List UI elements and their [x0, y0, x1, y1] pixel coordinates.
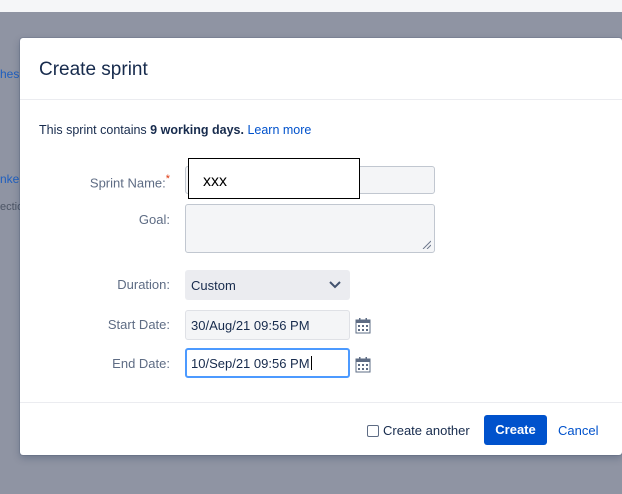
working-days-count: 9 working days. [150, 123, 244, 137]
resize-handle-icon[interactable] [421, 239, 431, 249]
create-another-label[interactable]: Create another [383, 423, 470, 438]
start-date-label: Start Date: [107, 317, 170, 332]
calendar-icon[interactable] [355, 318, 371, 334]
working-days-info: This sprint contains 9 working days. Lea… [39, 123, 311, 137]
end-date-value: 10/Sep/21 09:56 PM [191, 356, 312, 371]
dialog-header: Create sprint [20, 38, 622, 100]
top-strip [0, 0, 622, 12]
create-button[interactable]: Create [484, 415, 547, 445]
calendar-icon[interactable] [355, 357, 371, 373]
duration-label: Duration: [117, 277, 170, 292]
learn-more-link[interactable]: Learn more [247, 123, 311, 137]
text-cursor [310, 356, 312, 370]
duration-select[interactable]: Custom [185, 270, 350, 300]
cancel-button[interactable]: Cancel [558, 423, 598, 438]
chevron-down-icon [329, 281, 341, 289]
background-link-fragment: nke [0, 172, 20, 186]
sprint-name-value-box[interactable]: xxx [188, 158, 360, 199]
info-prefix: This sprint contains [39, 123, 151, 137]
sprint-name-label: Sprint Name:* [89, 173, 170, 191]
background-link-fragment: hes [0, 67, 20, 81]
end-date-label: End Date: [112, 356, 170, 371]
dialog-title: Create sprint [39, 59, 148, 80]
end-date-input[interactable]: 10/Sep/21 09:56 PM [185, 348, 350, 378]
create-another-checkbox[interactable] [367, 425, 379, 437]
start-date-input[interactable]: 30/Aug/21 09:56 PM [185, 310, 350, 340]
goal-label: Goal: [138, 212, 170, 227]
goal-textarea[interactable] [185, 204, 435, 253]
required-marker: * [165, 173, 170, 185]
duration-value: Custom [191, 278, 236, 293]
start-date-value: 30/Aug/21 09:56 PM [191, 318, 310, 333]
sprint-name-value: xxx [203, 173, 227, 190]
